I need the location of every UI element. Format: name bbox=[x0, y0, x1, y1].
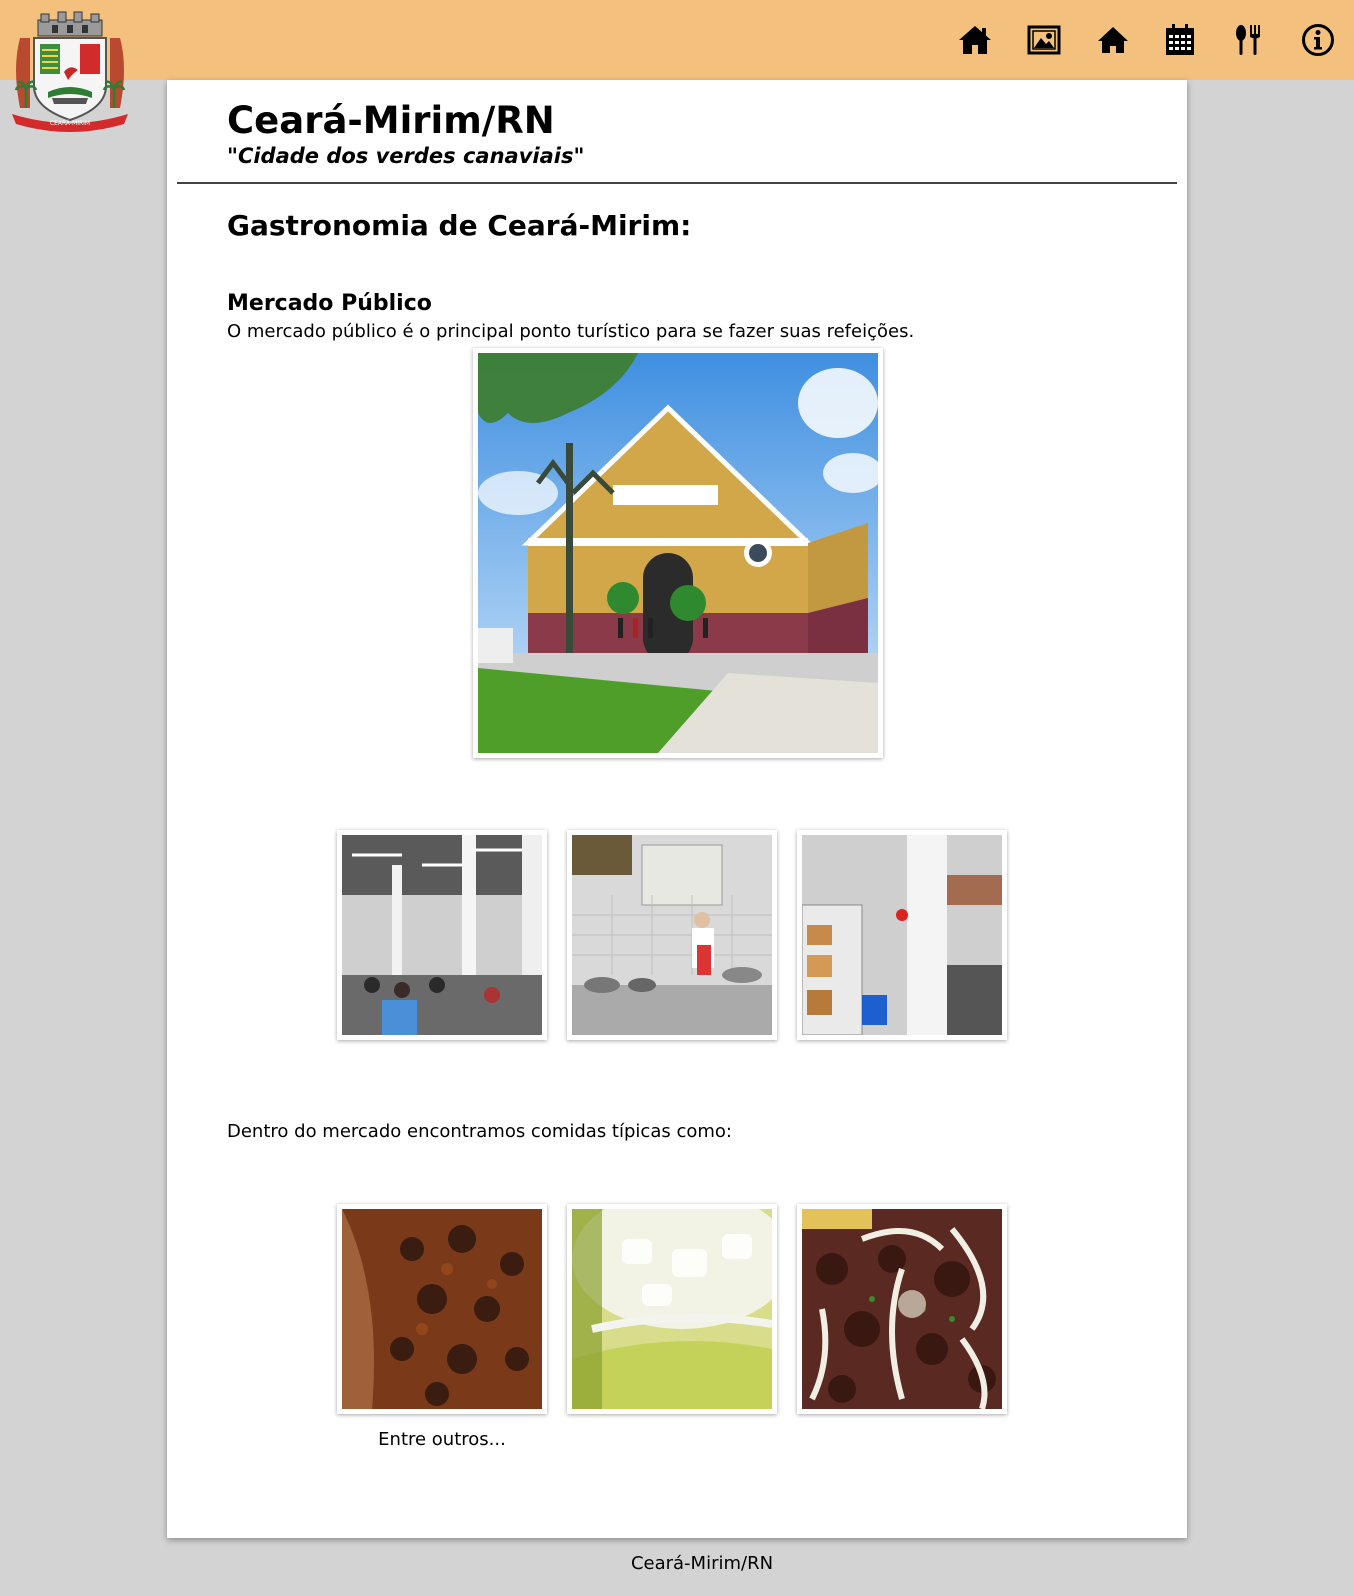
site-title: Ceará-Mirim/RN bbox=[227, 99, 555, 142]
nav-home-button[interactable] bbox=[955, 20, 995, 60]
market-interior-photo-2[interactable] bbox=[567, 830, 777, 1040]
market-photo[interactable] bbox=[473, 348, 883, 758]
cane-juice-image bbox=[572, 1209, 772, 1409]
food-caption: Entre outros... bbox=[378, 1429, 506, 1450]
gallery-icon bbox=[1027, 25, 1061, 55]
food-photo-3[interactable] bbox=[797, 1204, 1007, 1414]
food-photo-2[interactable] bbox=[567, 1204, 777, 1414]
house-icon bbox=[1098, 27, 1128, 53]
home-icon bbox=[959, 26, 991, 54]
svg-text:CEARÁ-MIRIM: CEARÁ-MIRIM bbox=[50, 120, 90, 127]
sun-dried-meat-image bbox=[802, 1209, 1002, 1409]
page-title: Gastronomia de Ceará-Mirim: bbox=[227, 209, 692, 242]
nav-calendar-button[interactable] bbox=[1160, 20, 1200, 60]
food-photo-1[interactable] bbox=[337, 1204, 547, 1414]
city-logo[interactable]: CEARÁ-MIRIM bbox=[8, 8, 132, 132]
nav-restaurant-button[interactable] bbox=[1228, 20, 1268, 60]
foods-text: Dentro do mercado encontramos comidas tí… bbox=[227, 1121, 732, 1142]
site-slogan: "Cidade dos verdes canaviais" bbox=[227, 144, 585, 168]
section-text: O mercado público é o principal ponto tu… bbox=[227, 321, 915, 342]
page-footer: Ceará-Mirim/RN bbox=[630, 1553, 774, 1574]
nav-gallery-button[interactable] bbox=[1024, 20, 1064, 60]
header-divider bbox=[177, 182, 1177, 184]
nav-house-button[interactable] bbox=[1093, 20, 1133, 60]
market-building-image bbox=[478, 353, 878, 753]
market-stall-image bbox=[802, 835, 1002, 1035]
content-sheet: Ceará-Mirim/RN "Cidade dos verdes canavi… bbox=[167, 80, 1187, 1538]
market-hall-image bbox=[342, 835, 542, 1035]
calendar-icon bbox=[1166, 24, 1194, 55]
city-coat-of-arms-icon: CEARÁ-MIRIM bbox=[12, 11, 128, 132]
market-interior-photo-3[interactable] bbox=[797, 830, 1007, 1040]
top-bar bbox=[0, 0, 1354, 80]
meat-stew-image bbox=[342, 1209, 542, 1409]
restaurant-icon bbox=[1236, 25, 1260, 55]
info-icon bbox=[1302, 24, 1334, 56]
nav-info-button[interactable] bbox=[1298, 20, 1338, 60]
section-title: Mercado Público bbox=[227, 291, 432, 316]
market-kitchen-image bbox=[572, 835, 772, 1035]
market-interior-photo-1[interactable] bbox=[337, 830, 547, 1040]
